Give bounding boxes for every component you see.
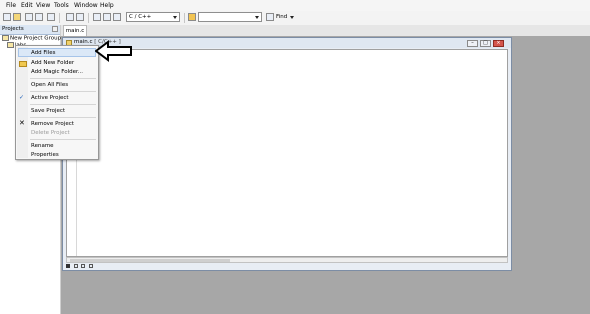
paste-icon[interactable] xyxy=(113,13,121,21)
whitespace-icon[interactable] xyxy=(81,264,86,268)
x-icon: ✕ xyxy=(19,119,25,127)
menu-tools[interactable]: Tools xyxy=(54,2,69,9)
menu-help[interactable]: Help xyxy=(100,2,114,9)
menu-separator xyxy=(30,117,96,118)
toolbar-separator xyxy=(59,13,60,23)
chevron-down-icon xyxy=(173,16,177,19)
chevron-down-icon[interactable] xyxy=(290,16,294,19)
menu-file[interactable]: File xyxy=(6,2,16,9)
close-icon[interactable]: × xyxy=(493,40,504,47)
menu-separator xyxy=(30,78,96,79)
minimize-icon[interactable]: – xyxy=(467,40,478,47)
checkmark-icon: ✓ xyxy=(19,94,25,101)
menu-window[interactable]: Window xyxy=(74,2,98,9)
horizontal-scrollbar[interactable] xyxy=(66,257,508,263)
menu-item-active-project[interactable]: Active Project xyxy=(31,95,69,101)
toolbar-separator xyxy=(184,13,185,23)
menu-item-save-project[interactable]: Save Project xyxy=(31,108,65,114)
save-all-icon[interactable] xyxy=(35,13,43,21)
find-button-icon[interactable] xyxy=(266,13,274,21)
wrap-icon[interactable] xyxy=(73,264,78,268)
menu-item-rename[interactable]: Rename xyxy=(31,143,54,149)
tree-item-label: New Project Group xyxy=(10,35,62,42)
copy-icon[interactable] xyxy=(103,13,111,21)
menu-view[interactable]: View xyxy=(36,2,50,9)
open-folder-icon[interactable] xyxy=(13,13,21,21)
paragraph-icon[interactable] xyxy=(88,264,93,268)
language-select-value: C / C++ xyxy=(129,14,152,20)
projects-panel-title: Projects xyxy=(2,26,24,32)
tree-item-project-group[interactable]: New Project Group xyxy=(2,35,61,42)
find-button[interactable]: Find xyxy=(276,14,287,20)
maximize-icon[interactable]: □ xyxy=(480,40,491,47)
undo-icon[interactable] xyxy=(66,13,74,21)
chevron-down-icon xyxy=(255,16,259,19)
save-icon[interactable] xyxy=(25,13,33,21)
menu-item-delete-project: Delete Project xyxy=(31,130,70,136)
menu-item-remove-project[interactable]: Remove Project xyxy=(31,121,74,127)
menu-bar: File Edit View Tools Window Help xyxy=(0,0,590,11)
menu-highlight xyxy=(18,48,96,57)
search-input[interactable] xyxy=(198,12,262,22)
tab-main-c[interactable]: main.c xyxy=(63,25,87,36)
folder-icon xyxy=(19,61,27,67)
view-mode-icon[interactable] xyxy=(66,264,70,268)
toolbar: C / C++ Find xyxy=(0,11,590,26)
editor-window: main.c [ C/C++ ] – □ × xyxy=(62,37,512,271)
print-icon[interactable] xyxy=(47,13,55,21)
menu-separator xyxy=(30,91,96,92)
menu-edit[interactable]: Edit xyxy=(21,2,33,9)
find-icon[interactable] xyxy=(188,13,196,21)
code-editor[interactable] xyxy=(66,49,508,257)
cut-icon[interactable] xyxy=(93,13,101,21)
arrow-left-icon xyxy=(95,40,132,62)
project-context-menu: Add Files Add New Folder Add Magic Folde… xyxy=(15,45,99,160)
menu-item-add-files[interactable]: Add Files xyxy=(31,50,55,56)
redo-icon[interactable] xyxy=(76,13,84,21)
project-group-icon xyxy=(2,35,9,41)
editor-status-icons xyxy=(66,264,126,269)
menu-item-add-magic-folder[interactable]: Add Magic Folder... xyxy=(31,69,83,75)
menu-item-add-new-folder[interactable]: Add New Folder xyxy=(31,60,74,66)
scrollbar-thumb[interactable] xyxy=(70,259,230,262)
language-select[interactable]: C / C++ xyxy=(126,12,180,22)
panel-close-icon[interactable] xyxy=(52,26,58,32)
menu-item-open-all-files[interactable]: Open All Files xyxy=(31,82,68,88)
new-file-icon[interactable] xyxy=(3,13,11,21)
projects-panel-header: Projects xyxy=(0,25,60,35)
menu-item-properties[interactable]: Properties xyxy=(31,152,59,158)
project-icon xyxy=(7,42,14,48)
menu-separator xyxy=(30,139,96,140)
menu-separator xyxy=(30,104,96,105)
toolbar-separator xyxy=(88,13,89,23)
